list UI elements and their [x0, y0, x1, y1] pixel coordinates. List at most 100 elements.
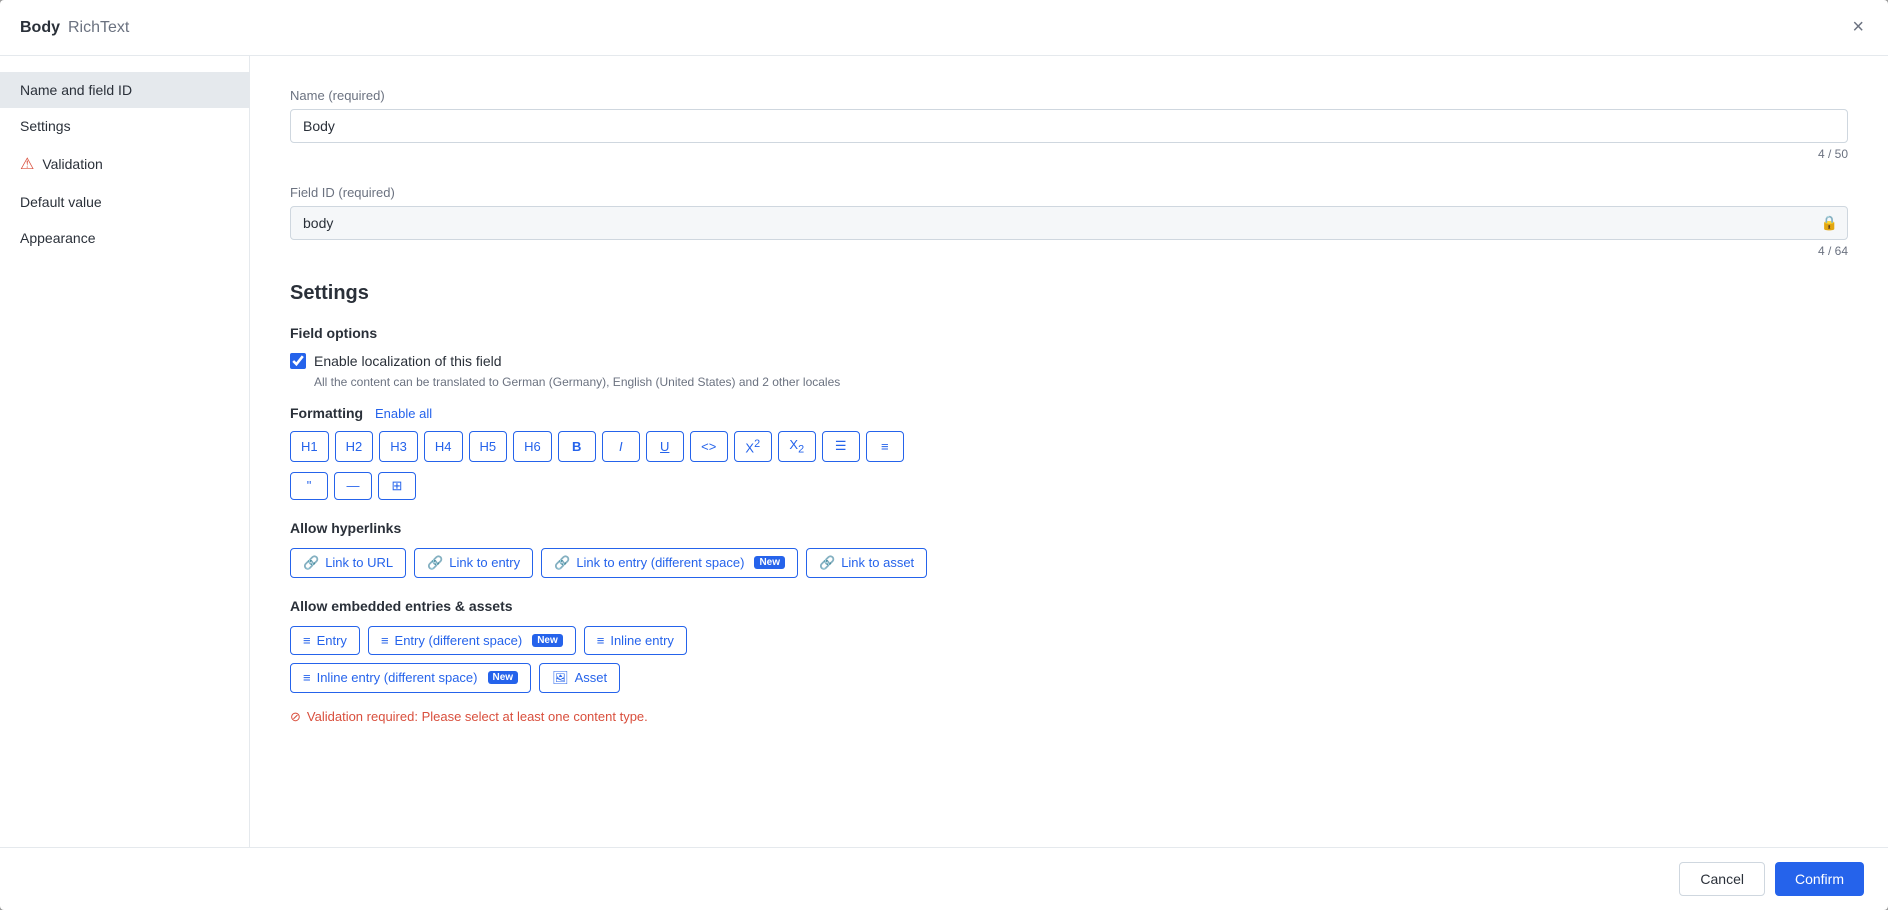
format-table-button[interactable]: ⊞	[378, 472, 416, 500]
modal-title: Body RichText	[20, 19, 129, 37]
embedded-buttons-row2: ≡ Inline entry (different space) New 🖼 A…	[290, 663, 1848, 693]
format-h4-button[interactable]: H4	[424, 431, 463, 462]
entry-diff-label: Entry (different space)	[395, 633, 523, 648]
link-to-url-button[interactable]: 🔗 Link to URL	[290, 548, 406, 578]
inline-entry-diff-label: Inline entry (different space)	[317, 670, 478, 685]
name-label: Name (required)	[290, 88, 1848, 103]
entry-diff-space-button[interactable]: ≡ Entry (different space) New	[368, 626, 576, 655]
embedded-section: Allow embedded entries & assets ≡ Entry …	[290, 598, 1848, 725]
close-button[interactable]: ×	[1848, 12, 1868, 43]
format-ul-button[interactable]: ☰	[822, 431, 860, 462]
format-h5-button[interactable]: H5	[469, 431, 508, 462]
inline-entry-icon: ≡	[597, 633, 605, 648]
formatting-buttons-row1: H1 H2 H3 H4 H5 H6 B I U <> X2 X2	[290, 431, 1848, 462]
modal-header: Body RichText ×	[0, 0, 1888, 56]
entry-link-icon: 🔗	[427, 555, 443, 571]
name-input[interactable]	[290, 109, 1848, 143]
hyperlinks-title: Allow hyperlinks	[290, 520, 1848, 536]
field-id-input-wrapper: 🔒	[290, 206, 1848, 240]
link-to-entry-button[interactable]: 🔗 Link to entry	[414, 548, 533, 578]
format-underline-button[interactable]: U	[646, 431, 684, 462]
sidebar-item-label: Settings	[20, 118, 71, 134]
inline-entry-diff-space-button[interactable]: ≡ Inline entry (different space) New	[290, 663, 531, 693]
field-id-label: Field ID (required)	[290, 185, 1848, 200]
modal-title-text: Body	[20, 19, 60, 37]
lock-icon: 🔒	[1821, 215, 1838, 232]
inline-entry-button[interactable]: ≡ Inline entry	[584, 626, 687, 655]
enable-all-link[interactable]: Enable all	[375, 406, 432, 421]
localization-hint: All the content can be translated to Ger…	[314, 375, 1848, 389]
inline-entry-label: Inline entry	[610, 633, 674, 648]
entry-icon: ≡	[303, 633, 311, 648]
link-to-url-label: Link to URL	[325, 555, 393, 570]
error-icon: ⚠	[20, 154, 34, 174]
format-h2-button[interactable]: H2	[335, 431, 374, 462]
settings-section: Settings Field options Enable localizati…	[290, 282, 1848, 725]
formatting-section: Formatting Enable all H1 H2 H3 H4 H5 H6 …	[290, 405, 1848, 500]
confirm-button[interactable]: Confirm	[1775, 862, 1864, 896]
cancel-button[interactable]: Cancel	[1679, 862, 1765, 896]
link-to-entry-label: Link to entry	[449, 555, 520, 570]
asset-button[interactable]: 🖼 Asset	[539, 663, 620, 693]
modal-title-type: RichText	[68, 19, 129, 37]
format-hr-button[interactable]: —	[334, 472, 372, 500]
sidebar-item-default-value[interactable]: Default value	[0, 184, 249, 220]
asset-icon: 🖼	[552, 670, 569, 686]
asset-link-icon: 🔗	[819, 555, 835, 571]
embedded-buttons-row1: ≡ Entry ≡ Entry (different space) New ≡ …	[290, 626, 1848, 655]
field-id-input[interactable]	[290, 206, 1848, 240]
sidebar-item-label: Appearance	[20, 230, 96, 246]
formatting-buttons-row2: " — ⊞	[290, 472, 1848, 500]
new-badge: New	[754, 556, 785, 569]
new-badge: New	[532, 634, 563, 647]
link-icon: 🔗	[303, 555, 319, 571]
sidebar-item-label: Validation	[42, 156, 102, 172]
new-badge: New	[488, 671, 519, 684]
format-code-button[interactable]: <>	[690, 431, 728, 462]
settings-title: Settings	[290, 282, 1848, 305]
name-char-count: 4 / 50	[290, 147, 1848, 161]
sidebar-item-validation[interactable]: ⚠ Validation	[0, 144, 249, 184]
link-to-entry-diff-space-button[interactable]: 🔗 Link to entry (different space) New	[541, 548, 798, 578]
link-to-entry-diff-label: Link to entry (different space)	[576, 555, 744, 570]
link-to-asset-label: Link to asset	[841, 555, 914, 570]
error-circle-icon: ⊘	[290, 709, 301, 725]
sidebar-item-label: Default value	[20, 194, 102, 210]
localization-checkbox[interactable]	[290, 353, 306, 369]
modal-footer: Cancel Confirm	[0, 847, 1888, 910]
validation-error-text: Validation required: Please select at le…	[307, 709, 648, 724]
format-subscript-button[interactable]: X2	[778, 431, 816, 462]
localization-label: Enable localization of this field	[314, 353, 502, 369]
field-options-title: Field options	[290, 325, 1848, 341]
sidebar-item-name-and-field-id[interactable]: Name and field ID	[0, 72, 249, 108]
format-italic-button[interactable]: I	[602, 431, 640, 462]
embedded-title: Allow embedded entries & assets	[290, 598, 1848, 614]
format-h3-button[interactable]: H3	[379, 431, 418, 462]
link-to-asset-button[interactable]: 🔗 Link to asset	[806, 548, 927, 578]
hyperlink-buttons: 🔗 Link to URL 🔗 Link to entry 🔗 Link to …	[290, 548, 1848, 578]
sidebar: Name and field ID Settings ⚠ Validation …	[0, 56, 250, 847]
sidebar-item-appearance[interactable]: Appearance	[0, 220, 249, 256]
format-superscript-button[interactable]: X2	[734, 431, 772, 462]
formatting-label: Formatting	[290, 405, 363, 421]
localization-checkbox-row: Enable localization of this field	[290, 353, 1848, 369]
field-id-form-group: Field ID (required) 🔒 4 / 64	[290, 185, 1848, 258]
format-quote-button[interactable]: "	[290, 472, 328, 500]
content-area: Name (required) 4 / 50 Field ID (require…	[250, 56, 1888, 847]
hyperlinks-section: Allow hyperlinks 🔗 Link to URL 🔗 Link to…	[290, 520, 1848, 578]
name-form-group: Name (required) 4 / 50	[290, 88, 1848, 161]
entry-link-diff-icon: 🔗	[554, 555, 570, 571]
inline-entry-diff-icon: ≡	[303, 670, 311, 685]
entry-button[interactable]: ≡ Entry	[290, 626, 360, 655]
sidebar-item-label: Name and field ID	[20, 82, 132, 98]
entry-label: Entry	[317, 633, 347, 648]
sidebar-item-settings[interactable]: Settings	[0, 108, 249, 144]
format-bold-button[interactable]: B	[558, 431, 596, 462]
field-id-char-count: 4 / 64	[290, 244, 1848, 258]
format-h6-button[interactable]: H6	[513, 431, 552, 462]
entry-diff-icon: ≡	[381, 633, 389, 648]
format-h1-button[interactable]: H1	[290, 431, 329, 462]
asset-label: Asset	[575, 670, 608, 685]
validation-error: ⊘ Validation required: Please select at …	[290, 709, 1848, 725]
format-ol-button[interactable]: ≡	[866, 431, 904, 462]
